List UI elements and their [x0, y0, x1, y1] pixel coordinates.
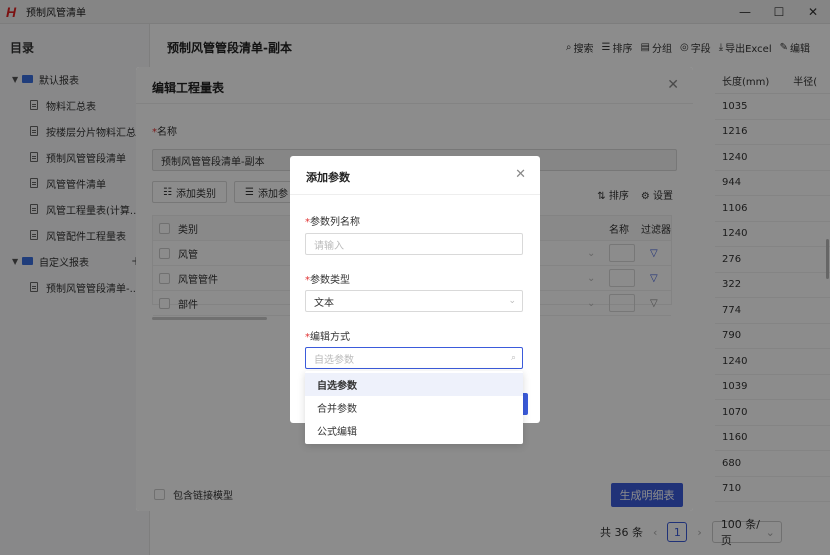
param-type-label: *参数类型 — [305, 271, 350, 286]
dialog-title: 添加参数 — [306, 171, 350, 184]
param-name-label-text: 参数列名称 — [310, 217, 360, 228]
edit-mode-placeholder: 自选参数 — [314, 354, 354, 366]
param-type-select[interactable]: 文本 ⌄ — [305, 290, 523, 312]
close-icon[interactable]: ✕ — [515, 167, 526, 182]
edit-mode-dropdown: 自选参数 合并参数 公式编辑 — [305, 371, 523, 444]
divider — [290, 194, 540, 195]
dropdown-option[interactable]: 合并参数 — [305, 396, 523, 419]
edit-mode-select[interactable]: 自选参数 ⌕ — [305, 347, 523, 369]
param-type-label-text: 参数类型 — [310, 275, 350, 286]
param-name-input[interactable]: 请输入 — [305, 233, 523, 255]
param-name-label: *参数列名称 — [305, 213, 360, 228]
dropdown-option[interactable]: 自选参数 — [305, 373, 523, 396]
param-name-placeholder: 请输入 — [314, 240, 344, 252]
param-type-value: 文本 — [314, 297, 334, 309]
chevron-down-icon: ⌄ — [508, 296, 516, 306]
edit-mode-label-text: 编辑方式 — [310, 332, 350, 343]
dropdown-option[interactable]: 公式编辑 — [305, 419, 523, 442]
search-icon: ⌕ — [510, 353, 516, 363]
edit-mode-label: *编辑方式 — [305, 328, 350, 343]
